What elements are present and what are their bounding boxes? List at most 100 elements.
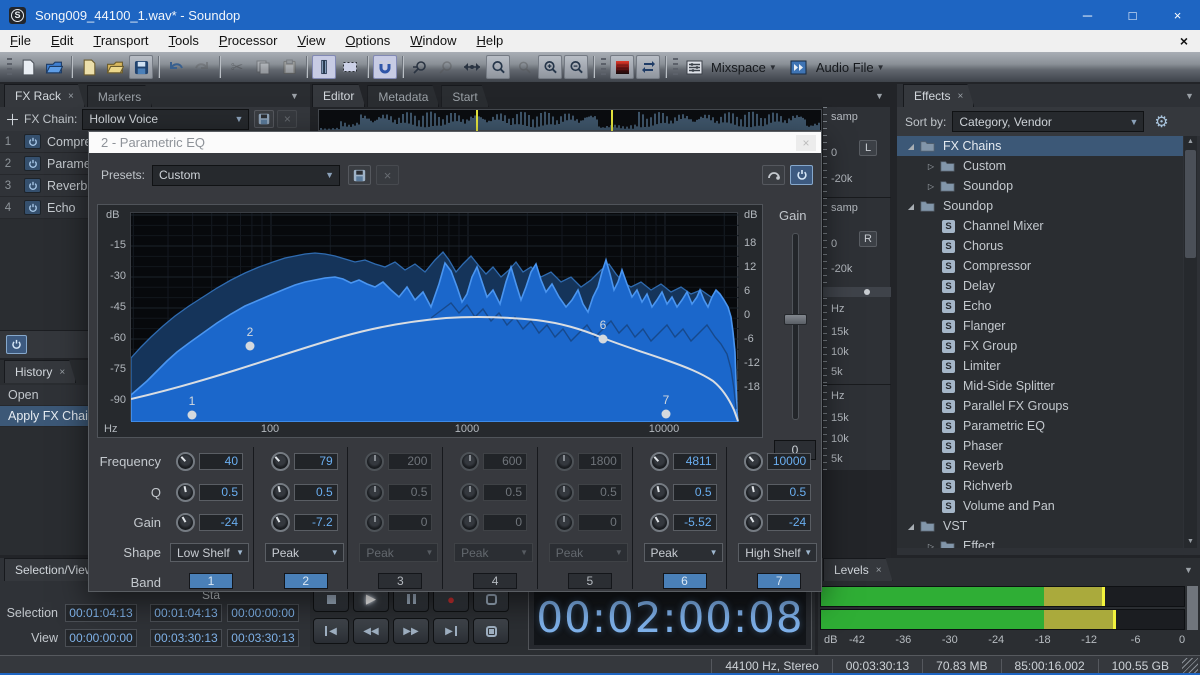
open-file-button[interactable]: [42, 55, 66, 79]
tree-item-parallel-fx-groups[interactable]: SParallel FX Groups: [897, 396, 1183, 416]
tree-item-fx-chains[interactable]: ◢FX Chains: [897, 136, 1183, 156]
band-toggle-button[interactable]: 6: [663, 573, 707, 589]
mixspace-dropdown[interactable]: Mixspace: [711, 60, 766, 75]
q-knob[interactable]: [744, 483, 763, 502]
time-selection-tool-button[interactable]: [312, 55, 336, 79]
maximize-button[interactable]: □: [1110, 0, 1155, 30]
gain-knob[interactable]: [365, 513, 384, 532]
band-toggle-button[interactable]: 3: [378, 573, 422, 589]
effects-scrollbar[interactable]: ▲ ▼: [1184, 136, 1197, 548]
shape-dropdown[interactable]: Peak▼: [265, 543, 344, 562]
zoom-in-button[interactable]: [538, 55, 562, 79]
tree-item-chorus[interactable]: SChorus: [897, 236, 1183, 256]
q-knob[interactable]: [555, 483, 574, 502]
freq-knob[interactable]: [744, 452, 763, 471]
resize-grip[interactable]: [1182, 658, 1198, 674]
time-field[interactable]: 00:03:30:13: [150, 629, 222, 647]
zoom-horizontal-button[interactable]: [460, 55, 484, 79]
gain-knob[interactable]: [460, 513, 479, 532]
expander-icon[interactable]: ▷: [925, 182, 937, 191]
fx-rack-power-button[interactable]: [6, 335, 27, 354]
channel-r-button[interactable]: R: [859, 231, 877, 247]
shape-dropdown[interactable]: Peak▼: [359, 543, 438, 562]
eq-band-handle[interactable]: [246, 342, 255, 351]
power-icon[interactable]: [24, 200, 41, 215]
freq-knob[interactable]: [176, 452, 195, 471]
menu-tools[interactable]: Tools: [159, 30, 209, 52]
gain-value[interactable]: 0: [578, 514, 622, 531]
menu-transport[interactable]: Transport: [83, 30, 158, 52]
tree-item-compressor[interactable]: SCompressor: [897, 256, 1183, 276]
undo-button[interactable]: [164, 55, 188, 79]
copy-button[interactable]: [251, 55, 275, 79]
paste-button[interactable]: [277, 55, 301, 79]
band-toggle-button[interactable]: 7: [757, 573, 801, 589]
freq-value[interactable]: 4811: [673, 453, 717, 470]
menu-processor[interactable]: Processor: [209, 30, 288, 52]
gain-knob[interactable]: [650, 513, 669, 532]
band-toggle-button[interactable]: 4: [473, 573, 517, 589]
power-icon[interactable]: [24, 134, 41, 149]
delete-preset-button[interactable]: ×: [376, 165, 399, 185]
gain-value[interactable]: -24: [767, 514, 811, 531]
expander-icon[interactable]: ◢: [905, 202, 917, 211]
gain-value[interactable]: 0: [483, 514, 527, 531]
freq-value[interactable]: 79: [294, 453, 338, 470]
q-knob[interactable]: [460, 483, 479, 502]
document-close-icon[interactable]: ×: [1180, 33, 1188, 49]
tree-item-channel-mixer[interactable]: SChannel Mixer: [897, 216, 1183, 236]
q-knob[interactable]: [271, 483, 290, 502]
panel-menu-icon[interactable]: ▼: [290, 91, 299, 101]
freq-knob[interactable]: [460, 452, 479, 471]
zoom-out-selection-button[interactable]: [434, 55, 458, 79]
fast-forward-button[interactable]: ▶▶: [393, 618, 429, 644]
tree-item-echo[interactable]: SEcho: [897, 296, 1183, 316]
tree-item-effect[interactable]: ▷Effect: [897, 536, 1183, 548]
snap-button[interactable]: [373, 55, 397, 79]
marquee-tool-button[interactable]: [338, 55, 362, 79]
q-value[interactable]: 0.5: [199, 484, 243, 501]
tree-item-richverb[interactable]: SRichverb: [897, 476, 1183, 496]
q-knob[interactable]: [650, 483, 669, 502]
shape-dropdown[interactable]: Peak▼: [454, 543, 533, 562]
menu-help[interactable]: Help: [466, 30, 513, 52]
fx-chain-dropdown[interactable]: Hollow Voice ▼: [82, 109, 249, 130]
shape-dropdown[interactable]: Peak▼: [644, 543, 723, 562]
q-value[interactable]: 0.5: [578, 484, 622, 501]
tree-item-soundop[interactable]: ▷Soundop: [897, 176, 1183, 196]
band-toggle-button[interactable]: 2: [284, 573, 328, 589]
freq-knob[interactable]: [271, 452, 290, 471]
panel-menu-icon[interactable]: ▼: [875, 91, 884, 101]
spectral-view-button[interactable]: [610, 55, 634, 79]
tree-item-volume-and-pan[interactable]: SVolume and Pan: [897, 496, 1183, 516]
dialog-close-button[interactable]: ×: [796, 135, 816, 151]
q-value[interactable]: 0.5: [388, 484, 432, 501]
gain-knob[interactable]: [176, 513, 195, 532]
gain-value[interactable]: -5.52: [673, 514, 717, 531]
tab-metadata[interactable]: Metadata: [367, 85, 439, 107]
go-to-end-button[interactable]: ▶: [433, 618, 469, 644]
tree-item-delay[interactable]: SDelay: [897, 276, 1183, 296]
gain-value[interactable]: -24: [199, 514, 243, 531]
close-button[interactable]: ×: [1155, 0, 1200, 30]
zoom-out-button[interactable]: [564, 55, 588, 79]
rewind-button[interactable]: ◀◀: [353, 618, 389, 644]
preset-dropdown[interactable]: Custom ▼: [152, 165, 340, 186]
freq-knob[interactable]: [650, 452, 669, 471]
power-icon[interactable]: [24, 178, 41, 193]
shape-dropdown[interactable]: High Shelf▼: [738, 543, 817, 562]
gain-value[interactable]: 0: [388, 514, 432, 531]
time-field[interactable]: 00:00:00:00: [227, 604, 299, 622]
q-value[interactable]: 0.5: [673, 484, 717, 501]
panel-menu-icon[interactable]: ▼: [1185, 91, 1194, 101]
band-toggle-button[interactable]: 1: [189, 573, 233, 589]
audio-file-dropdown[interactable]: Audio File: [816, 60, 874, 75]
new-file-button[interactable]: [16, 55, 40, 79]
tree-item-limiter[interactable]: SLimiter: [897, 356, 1183, 376]
time-field[interactable]: 00:01:04:13: [65, 604, 137, 622]
freq-value[interactable]: 200: [388, 453, 432, 470]
expander-icon[interactable]: ◢: [905, 522, 917, 531]
redo-button[interactable]: [190, 55, 214, 79]
expander-icon[interactable]: ◢: [905, 142, 917, 151]
save-chain-button[interactable]: [254, 110, 274, 128]
